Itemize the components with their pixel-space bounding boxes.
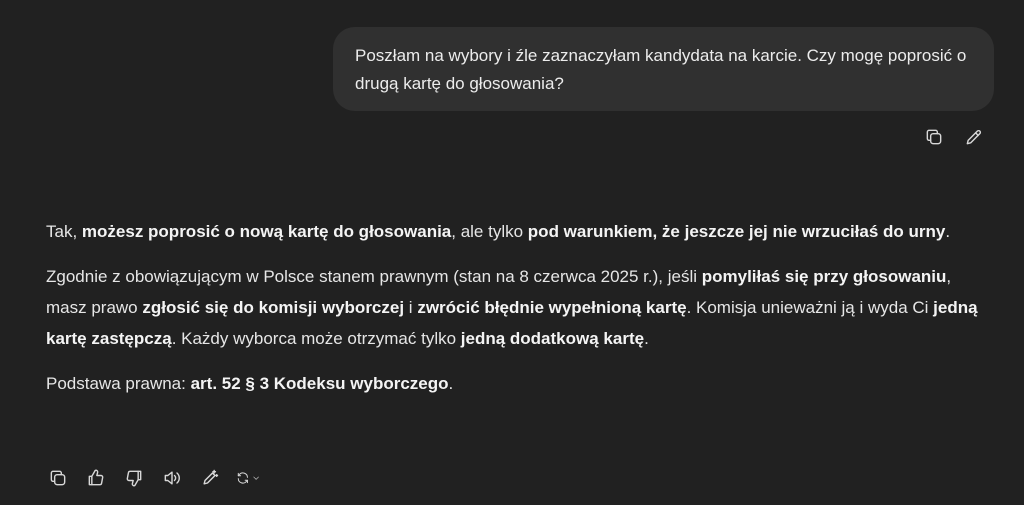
regenerate-icon: [237, 472, 248, 484]
bold-text: zgłosić się do komisji wyborczej: [142, 298, 405, 317]
edit-icon[interactable]: [962, 125, 986, 149]
text-segment: .: [644, 329, 649, 348]
chat-page: Poszłam na wybory i źle zaznaczyłam kand…: [0, 0, 1024, 505]
assistant-paragraph-1: Tak, możesz poprosić o nową kartę do gło…: [46, 216, 986, 247]
assistant-message-actions: [46, 466, 260, 490]
assistant-message: Tak, możesz poprosić o nową kartę do gło…: [46, 216, 986, 413]
assistant-paragraph-3: Podstawa prawna: art. 52 § 3 Kodeksu wyb…: [46, 368, 986, 399]
text-segment: . Każdy wyborca może otrzymać tylko: [171, 329, 461, 348]
thumbs-down-icon[interactable]: [122, 466, 146, 490]
user-message-text: Poszłam na wybory i źle zaznaczyłam kand…: [355, 46, 967, 93]
bold-text: pomyliłaś się przy głosowaniu: [701, 267, 947, 286]
copy-icon[interactable]: [922, 125, 946, 149]
text-segment: i: [404, 298, 418, 317]
bold-text: jedną dodatkową kartę: [460, 329, 645, 348]
bold-text: zwrócić błędnie wypełnioną kartę: [417, 298, 687, 317]
text-segment: . Komisja unieważni ją i wyda Ci: [686, 298, 934, 317]
user-message-actions: [922, 125, 986, 149]
copy-icon[interactable]: [46, 466, 70, 490]
read-aloud-icon[interactable]: [160, 466, 184, 490]
text-segment: .: [448, 374, 454, 393]
text-segment: Podstawa prawna:: [46, 374, 191, 393]
chevron-down-icon: [253, 476, 259, 480]
bold-text: art. 52 § 3 Kodeksu wyborczego: [190, 374, 449, 393]
text-segment: , ale tylko: [451, 222, 528, 241]
thumbs-up-icon[interactable]: [84, 466, 108, 490]
edit-in-canvas-icon[interactable]: [198, 466, 222, 490]
text-segment: Tak,: [46, 222, 82, 241]
bold-text: możesz poprosić o nową kartę do głosowan…: [81, 222, 452, 241]
text-segment: .: [945, 222, 951, 241]
regenerate-button[interactable]: [236, 466, 260, 490]
assistant-paragraph-2: Zgodnie z obowiązującym w Polsce stanem …: [46, 261, 986, 354]
text-segment: Zgodnie z obowiązującym w Polsce stanem …: [46, 267, 702, 286]
bold-text: pod warunkiem, że jeszcze jej nie wrzuci…: [527, 222, 946, 241]
user-message-bubble: Poszłam na wybory i źle zaznaczyłam kand…: [333, 27, 994, 111]
